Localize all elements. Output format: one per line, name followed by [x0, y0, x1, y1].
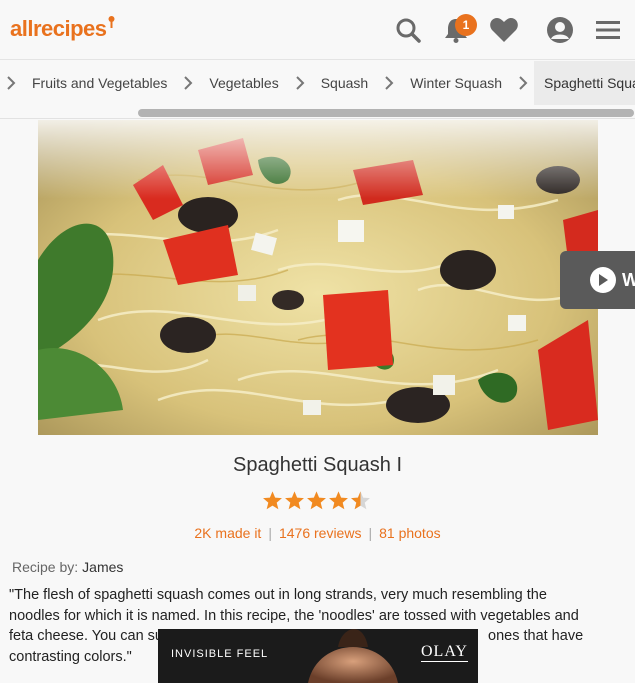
recipe-photo[interactable]	[38, 120, 598, 435]
divider: |	[268, 525, 272, 541]
recipe-byline: Recipe by: James	[12, 559, 123, 575]
chevron-right-icon	[289, 61, 311, 105]
ad-banner[interactable]: INVISIBLE FEEL OLAY	[158, 629, 478, 683]
play-icon	[590, 267, 616, 293]
chevron-right-icon	[0, 61, 22, 105]
menu-icon[interactable]	[592, 14, 624, 46]
ad-tagline: INVISIBLE FEEL	[171, 648, 269, 660]
reviews-link[interactable]: 1476 reviews	[279, 525, 362, 541]
watch-video-button[interactable]: W	[560, 251, 635, 309]
watch-video-label: W	[622, 269, 635, 290]
recipe-stats: 2K made it | 1476 reviews | 81 photos	[0, 525, 635, 541]
recipe-title: Spaghetti Squash I	[232, 454, 402, 476]
made-it-link[interactable]: 2K made it	[194, 525, 261, 541]
photos-link[interactable]: 81 photos	[379, 525, 441, 541]
breadcrumb-item-spaghetti-squash[interactable]: Spaghetti Squash	[534, 61, 635, 105]
chevron-right-icon	[177, 61, 199, 105]
top-header: allrecipes 1	[0, 0, 635, 60]
search-icon[interactable]	[392, 14, 424, 46]
notification-badge: 1	[455, 14, 477, 36]
author-link[interactable]: James	[82, 559, 123, 575]
star-icon	[263, 491, 282, 510]
chevron-right-icon	[512, 61, 534, 105]
logo-spoon-icon	[108, 16, 115, 28]
logo-text: allrecipes	[10, 16, 107, 41]
breadcrumb-scroll-track	[0, 118, 635, 119]
breadcrumb-item-winter-squash[interactable]: Winter Squash	[400, 61, 512, 105]
breadcrumb: Fruits and Vegetables Vegetables Squash …	[0, 61, 635, 105]
star-half-icon	[351, 491, 370, 510]
breadcrumb-item-squash[interactable]: Squash	[311, 61, 378, 105]
ad-figure-image	[308, 629, 398, 683]
rating-stars[interactable]	[262, 490, 371, 514]
allrecipes-logo[interactable]: allrecipes	[10, 16, 115, 42]
profile-icon[interactable]	[544, 14, 576, 46]
star-icon	[285, 491, 304, 510]
star-icon	[329, 491, 348, 510]
breadcrumb-item-vegetables[interactable]: Vegetables	[199, 61, 288, 105]
breadcrumb-item-fruits-and-vegetables[interactable]: Fruits and Vegetables	[22, 61, 177, 105]
description-line: noodles for which it is named. In this r…	[9, 607, 579, 624]
breadcrumb-scrollbar[interactable]	[138, 109, 634, 117]
heart-icon[interactable]	[488, 14, 520, 46]
divider: |	[368, 525, 373, 541]
star-icon	[307, 491, 326, 510]
chevron-right-icon	[378, 61, 400, 105]
byline-label: Recipe by:	[12, 559, 79, 575]
description-line: "The flesh of spaghetti squash comes out…	[9, 587, 547, 603]
ad-brand-logo: OLAY	[421, 643, 468, 662]
